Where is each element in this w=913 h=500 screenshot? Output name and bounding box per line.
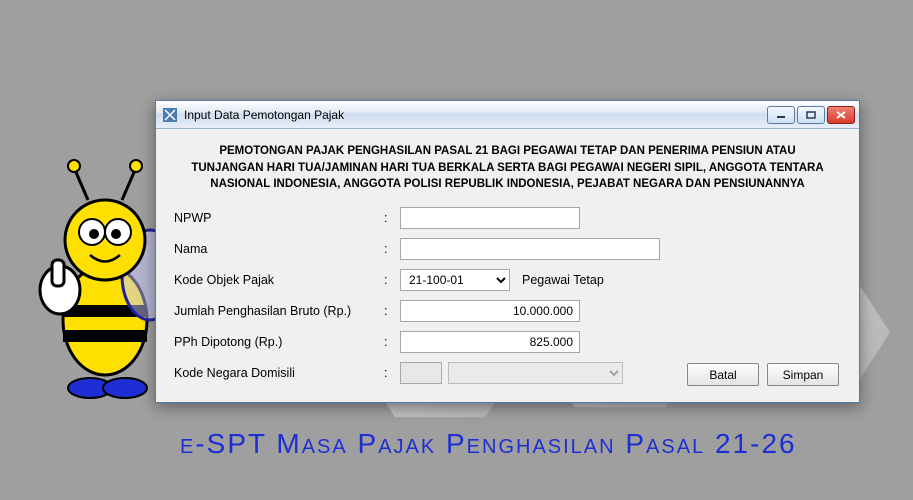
domisili-label: Kode Negara Domisili (174, 366, 384, 380)
bruto-input[interactable] (400, 300, 580, 322)
nama-input[interactable] (400, 238, 660, 260)
title-bar[interactable]: Input Data Pemotongan Pajak (156, 101, 859, 129)
npwp-label: NPWP (174, 211, 384, 225)
app-icon (162, 107, 178, 123)
npwp-input[interactable] (400, 207, 580, 229)
pph-input[interactable] (400, 331, 580, 353)
domisili-code-input (400, 362, 442, 384)
cancel-button[interactable]: Batal (687, 363, 759, 386)
minimize-icon (776, 111, 786, 119)
nama-label: Nama (174, 242, 384, 256)
pph-label: PPh Dipotong (Rp.) (174, 335, 384, 349)
domisili-select (448, 362, 623, 384)
dialog-header-text: PEMOTONGAN PAJAK PENGHASILAN PASAL 21 BA… (174, 139, 841, 207)
maximize-icon (806, 111, 816, 119)
kode-objek-hint: Pegawai Tetap (522, 273, 604, 287)
kode-objek-select[interactable]: 21-100-01 (400, 269, 510, 291)
kode-objek-label: Kode Objek Pajak (174, 273, 384, 287)
minimize-button[interactable] (767, 106, 795, 124)
close-button[interactable] (827, 106, 855, 124)
app-footer-title: e-SPT Masa Pajak Penghasilan Pasal 21-26 (180, 428, 797, 460)
input-data-dialog: Input Data Pemotongan Pajak PEMOTONGAN P… (155, 100, 860, 403)
save-button[interactable]: Simpan (767, 363, 839, 386)
dialog-title: Input Data Pemotongan Pajak (184, 108, 767, 122)
close-icon (836, 111, 846, 119)
maximize-button[interactable] (797, 106, 825, 124)
bruto-label: Jumlah Penghasilan Bruto (Rp.) (174, 304, 384, 318)
